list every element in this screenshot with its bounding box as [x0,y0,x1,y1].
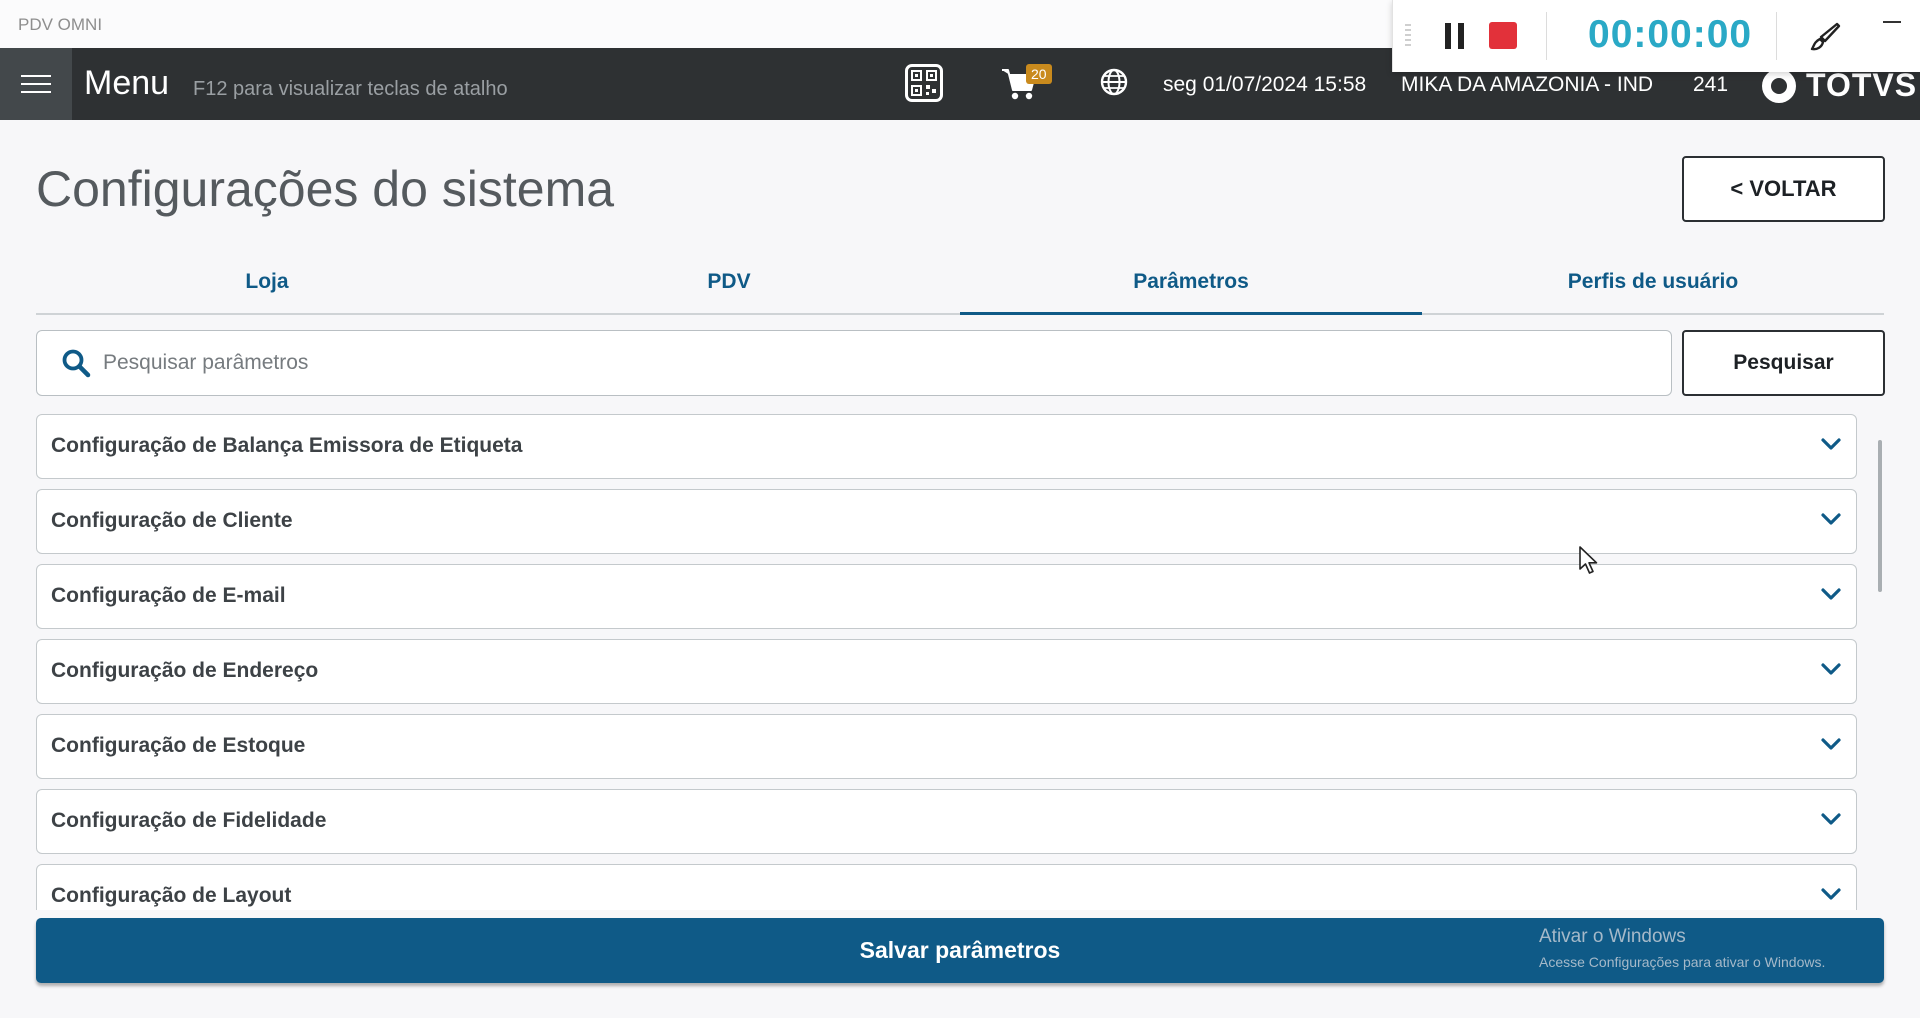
accordion-label: Configuração de Layout [51,884,292,907]
store-name: MIKA DA AMAZONIA - IND [1401,73,1654,96]
stop-icon[interactable] [1489,22,1517,49]
accordion-endereco[interactable]: Configuração de Endereço [36,639,1857,704]
pause-icon[interactable] [1443,23,1467,49]
save-parameters-button[interactable]: Salvar parâmetros [36,918,1884,983]
chevron-down-icon [1821,588,1841,600]
qr-code-icon[interactable] [905,64,943,102]
back-button[interactable]: < VOLTAR [1682,156,1885,222]
tab-parametros[interactable]: Parâmetros [960,250,1422,315]
recording-timer: 00:00:00 [1588,13,1753,56]
chevron-down-icon [1821,738,1841,750]
accordion-fidelidade[interactable]: Configuração de Fidelidade [36,789,1857,854]
tab-perfis-de-usuario[interactable]: Perfis de usuário [1422,250,1884,313]
pdv-number: 241 [1693,73,1729,96]
accordion-label: Configuração de Balança Emissora de Etiq… [51,434,523,457]
datetime-display: seg 01/07/2024 15:58 [1163,73,1367,96]
page-title: Configurações do sistema [36,161,615,217]
toolbar-divider [1776,12,1777,60]
totvs-logo-icon [1762,69,1796,103]
drag-handle-icon[interactable] [1405,24,1411,48]
accordion-label: Configuração de Cliente [51,509,293,532]
minimize-icon[interactable] [1883,12,1901,30]
hamburger-menu-icon[interactable] [0,48,72,120]
accordion-layout[interactable]: Configuração de Layout [36,864,1857,910]
chevron-down-icon [1821,813,1841,825]
chevron-down-icon [1821,663,1841,675]
accordion-label: Configuração de Fidelidade [51,809,327,832]
parameters-list: Configuração de Balança Emissora de Etiq… [36,414,1884,910]
accordion-estoque[interactable]: Configuração de Estoque [36,714,1857,779]
list-scrollbar[interactable] [1878,440,1882,592]
chevron-down-icon [1821,513,1841,525]
cart-count-badge: 20 [1026,64,1052,84]
shortcut-hint: F12 para visualizar teclas de atalho [193,78,508,100]
search-box [36,330,1672,396]
search-input[interactable] [103,341,1643,385]
mouse-cursor-icon [1579,546,1598,574]
search-button[interactable]: Pesquisar [1682,330,1885,396]
tab-loja[interactable]: Loja [36,250,498,313]
settings-tabs: Loja PDV Parâmetros Perfis de usuário [36,250,1884,315]
chevron-down-icon [1821,438,1841,450]
screen-recorder-toolbar: 00:00:00 [1392,0,1920,72]
search-icon [61,348,91,378]
accordion-label: Configuração de E-mail [51,584,286,607]
totvs-logo-text: TOTVS [1806,67,1918,103]
accordion-balanca-emissora[interactable]: Configuração de Balança Emissora de Etiq… [36,414,1857,479]
window-title: PDV OMNI [18,15,103,34]
tab-pdv[interactable]: PDV [498,250,960,313]
globe-icon[interactable] [1099,67,1129,97]
chevron-down-icon [1821,888,1841,900]
menu-title: Menu [84,64,170,102]
brush-icon[interactable] [1808,20,1842,54]
accordion-label: Configuração de Endereço [51,659,319,682]
accordion-label: Configuração de Estoque [51,734,306,757]
toolbar-divider [1546,12,1547,60]
